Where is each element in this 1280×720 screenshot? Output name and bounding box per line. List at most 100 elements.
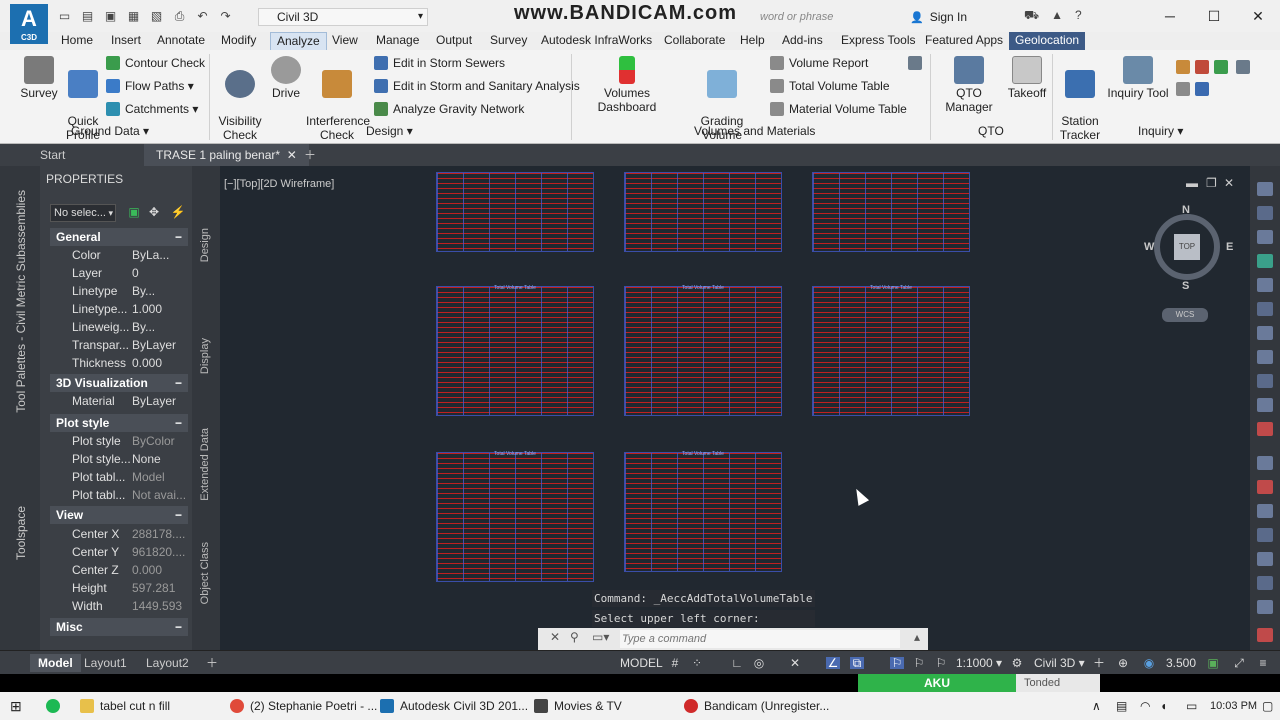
prop-plot-style-table[interactable]: Plot style... None bbox=[50, 450, 188, 468]
tab-layout1[interactable]: Layout1 bbox=[84, 654, 127, 672]
prop-plot-table-attached[interactable]: Plot tabl... Model bbox=[50, 468, 188, 486]
edit-storm-sewers-button[interactable]: Edit in Storm Sewers bbox=[374, 56, 505, 70]
draw-tool-icon[interactable] bbox=[1257, 254, 1273, 268]
close-tab-icon[interactable]: ✕ bbox=[287, 148, 297, 162]
interference-check-button[interactable]: Interference Check bbox=[306, 56, 370, 142]
drive-button[interactable]: Drive bbox=[268, 56, 304, 100]
toolspace-tab[interactable]: Toolspace bbox=[14, 506, 28, 560]
taskbar-item-movies[interactable]: Movies & TV bbox=[534, 692, 622, 720]
tab-start[interactable]: Start bbox=[40, 144, 65, 166]
tab-model[interactable]: Model bbox=[30, 654, 81, 672]
design-tab[interactable]: Design bbox=[199, 228, 211, 262]
measure-icon[interactable] bbox=[1195, 82, 1209, 96]
tab-analyze[interactable]: Analyze bbox=[270, 32, 327, 50]
new-tab-button[interactable]: ＋ bbox=[304, 144, 316, 166]
spotify-icon[interactable] bbox=[46, 692, 66, 720]
volumes-dashboard-button[interactable]: Volumes Dashboard bbox=[576, 56, 678, 114]
section-general[interactable]: General bbox=[50, 228, 188, 246]
prop-width[interactable]: Width 1449.593 bbox=[50, 597, 188, 615]
wcs-menu[interactable]: WCS bbox=[1162, 308, 1208, 322]
tab-layout2[interactable]: Layout2 bbox=[146, 654, 189, 672]
model-space-canvas[interactable]: [−][Top][2D Wireframe] Total Volume Tabl… bbox=[220, 166, 1250, 650]
object-class-tab[interactable]: Object Class bbox=[199, 542, 211, 604]
modify-tool-icon[interactable] bbox=[1257, 600, 1273, 614]
inquiry-panel-label[interactable]: Inquiry ▾ bbox=[1138, 124, 1183, 138]
cart-icon[interactable]: ⛟ bbox=[1024, 8, 1039, 24]
selection-dropdown[interactable]: No selec... bbox=[50, 204, 116, 222]
total-volume-table[interactable]: Total Volume Table bbox=[436, 451, 594, 582]
autoscale-icon[interactable]: ⚐ bbox=[912, 657, 926, 669]
total-volume-table[interactable]: Total Volume Table bbox=[624, 285, 782, 416]
modify-tool-icon[interactable] bbox=[1257, 480, 1273, 494]
annotation-scale-icon[interactable]: ⚐ bbox=[934, 657, 948, 669]
annotation-visibility-icon[interactable]: ⚐ bbox=[890, 657, 904, 669]
tab-insert[interactable]: Insert bbox=[105, 32, 147, 50]
total-volume-table[interactable]: Total Volume Table bbox=[436, 285, 594, 416]
prop-thickness[interactable]: Thickness 0.000 bbox=[50, 354, 188, 372]
notifications-icon[interactable]: ▢ bbox=[1262, 692, 1273, 720]
qto-manager-button[interactable]: QTO Manager bbox=[932, 56, 1006, 114]
taskbar-clock[interactable]: 10:03 PM bbox=[1210, 692, 1257, 720]
customize-status-icon[interactable]: ≡ bbox=[1256, 657, 1270, 669]
tray-icon[interactable]: ▤ bbox=[1116, 692, 1127, 720]
recent-commands-icon[interactable]: ▴ bbox=[914, 630, 920, 644]
total-volume-table[interactable]: Total Volume Table bbox=[624, 451, 782, 572]
visibility-check-button[interactable]: Visibility Check bbox=[216, 56, 264, 142]
tab-addins[interactable]: Add-ins bbox=[776, 32, 829, 50]
undo-icon[interactable]: ↶ bbox=[194, 8, 211, 24]
list-icon[interactable] bbox=[1214, 60, 1228, 74]
draw-tool-icon[interactable] bbox=[1257, 398, 1273, 412]
lineweight-value[interactable]: 3.500 bbox=[1166, 656, 1196, 670]
tab-home[interactable]: Home bbox=[55, 32, 99, 50]
tab-express-tools[interactable]: Express Tools bbox=[835, 32, 921, 50]
workspace-gear-icon[interactable]: ⚙ bbox=[1010, 657, 1024, 669]
hardware-acceleration-icon[interactable]: ▣ bbox=[1206, 657, 1220, 669]
isodraft-icon[interactable]: ✕ bbox=[788, 657, 802, 669]
add-layout-button[interactable]: ＋ bbox=[206, 654, 218, 672]
draw-tool-icon[interactable] bbox=[1257, 230, 1273, 244]
command-prompt-icon[interactable]: ▭▾ bbox=[592, 630, 609, 644]
analyze-gravity-network-button[interactable]: Analyze Gravity Network bbox=[374, 102, 524, 116]
minimize-icon[interactable]: ─ bbox=[1148, 0, 1192, 32]
prop-layer[interactable]: Layer 0 bbox=[50, 264, 188, 282]
tab-view[interactable]: View bbox=[326, 32, 364, 50]
id-point-icon[interactable] bbox=[1176, 82, 1190, 96]
tab-help[interactable]: Help bbox=[734, 32, 771, 50]
prop-plot-style[interactable]: Plot style ByColor bbox=[50, 432, 188, 450]
draw-tool-icon[interactable] bbox=[1257, 422, 1273, 436]
draw-tool-icon[interactable] bbox=[1257, 206, 1273, 220]
viewport-restore-icon[interactable]: ❐ bbox=[1206, 176, 1217, 190]
draw-tool-icon[interactable] bbox=[1257, 350, 1273, 364]
prop-color[interactable]: Color ByLa... bbox=[50, 246, 188, 264]
survey-button[interactable]: Survey bbox=[18, 56, 60, 100]
viewport-minimize-icon[interactable]: ▬ bbox=[1186, 176, 1198, 190]
viewcube-top-face[interactable]: TOP bbox=[1174, 234, 1200, 260]
taskbar-item-bandicam[interactable]: Bandicam (Unregister... bbox=[684, 692, 829, 720]
fullscreen-icon[interactable]: ⤢ bbox=[1232, 657, 1246, 669]
customize-icon[interactable]: ⚲ bbox=[570, 630, 579, 644]
open-folder-icon[interactable]: ▤ bbox=[79, 8, 96, 24]
taskbar-item-explorer[interactable]: tabel cut n fill bbox=[80, 692, 170, 720]
tab-collaborate[interactable]: Collaborate bbox=[658, 32, 731, 50]
annotation-scale-select[interactable]: 1:1000 ▾ bbox=[956, 656, 1002, 670]
ortho-icon[interactable]: ∟ bbox=[730, 657, 744, 669]
settings-icon[interactable] bbox=[908, 56, 922, 70]
tab-modify[interactable]: Modify bbox=[215, 32, 262, 50]
material-volume-table-button[interactable]: Material Volume Table bbox=[770, 102, 907, 116]
volume-icon[interactable]: ◖ bbox=[1160, 692, 1167, 720]
distance-icon[interactable] bbox=[1176, 60, 1190, 74]
total-volume-table-button[interactable]: Total Volume Table bbox=[770, 79, 890, 93]
save-icon[interactable]: ▣ bbox=[102, 8, 119, 24]
tab-featured-apps[interactable]: Featured Apps bbox=[919, 32, 1009, 50]
quick-select-icon[interactable]: ⚡ bbox=[170, 204, 186, 220]
prop-center-z[interactable]: Center Z 0.000 bbox=[50, 561, 188, 579]
selection-cycling-icon[interactable]: ⧉ bbox=[850, 657, 864, 669]
total-volume-table[interactable] bbox=[624, 172, 782, 252]
takeoff-button[interactable]: Takeoff bbox=[1006, 56, 1048, 100]
section-misc[interactable]: Misc bbox=[50, 618, 188, 636]
grid-icon[interactable]: # bbox=[668, 657, 682, 669]
modify-tool-icon[interactable] bbox=[1257, 456, 1273, 470]
tab-drawing-active[interactable]: TRASE 1 paling benar* ✕ bbox=[144, 144, 309, 166]
snap-icon[interactable]: ⁘ bbox=[690, 657, 704, 669]
inquiry-tool-button[interactable]: Inquiry Tool bbox=[1106, 56, 1170, 100]
